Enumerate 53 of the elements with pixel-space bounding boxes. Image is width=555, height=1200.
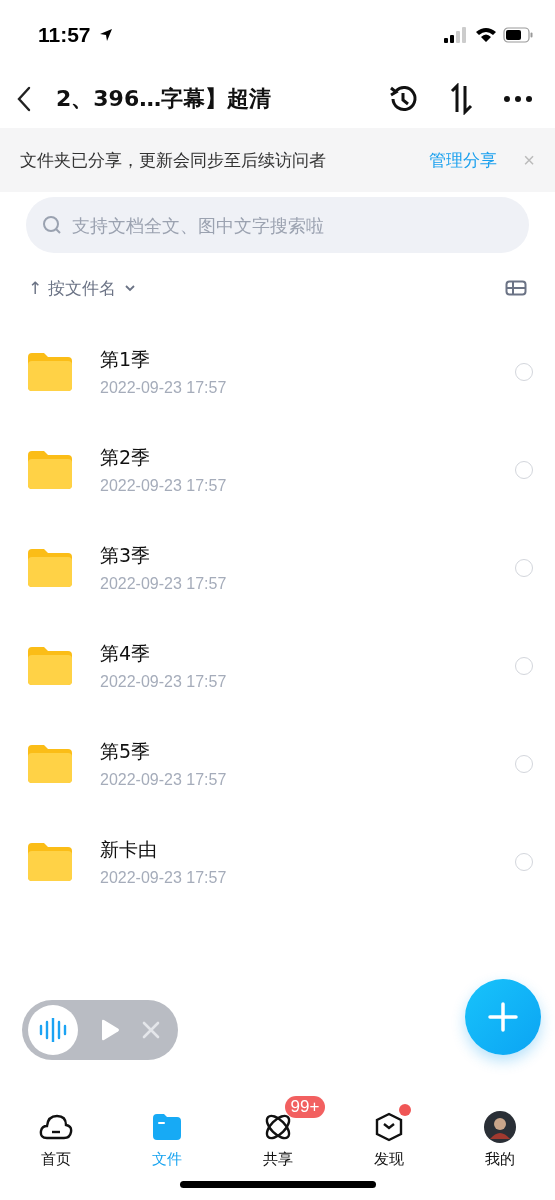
folder-icon (28, 451, 72, 489)
file-date: 2022-09-23 17:57 (100, 379, 228, 397)
search-icon (42, 215, 62, 235)
file-row[interactable]: 第2季 2022-09-23 17:57 (0, 421, 555, 519)
battery-icon (503, 27, 533, 43)
cube-icon (374, 1112, 403, 1142)
add-button[interactable] (465, 979, 541, 1055)
file-name: 第1季 (100, 347, 152, 372)
file-date: 2022-09-23 17:57 (100, 575, 228, 593)
view-toggle-icon[interactable] (505, 280, 527, 296)
file-name: 第5季 (100, 739, 152, 764)
tab[interactable]: 99+ 共享 (222, 1092, 333, 1184)
tab[interactable]: 我的 (444, 1092, 555, 1184)
signal-icon (443, 27, 469, 43)
avatar-icon (483, 1111, 516, 1143)
folder-icon (28, 549, 72, 587)
file-row[interactable]: 第4季 2022-09-23 17:57 (0, 617, 555, 715)
file-row[interactable]: 第3季 2022-09-23 17:57 (0, 519, 555, 617)
file-name: 第3季 (100, 543, 152, 568)
sound-wave-icon (38, 1018, 68, 1042)
folder-icon (152, 1114, 181, 1140)
share-notice: 文件夹已分享，更新会同步至后续访问者 (20, 148, 327, 172)
chevron-down-icon (123, 284, 136, 292)
voice-button[interactable] (28, 1005, 78, 1055)
more-icon[interactable] (503, 95, 533, 103)
plus-icon (488, 1002, 518, 1032)
folder-title: 2、396…字幕】超清 (56, 85, 272, 113)
folder-icon (28, 843, 72, 881)
tab[interactable]: 首页 (0, 1092, 111, 1184)
file-name: 新卡由 (100, 837, 158, 862)
cloud-icon (38, 1114, 73, 1140)
file-row[interactable]: 新卡由 2022-09-23 17:57 (0, 813, 555, 911)
sort-dropdown[interactable]: ↑ 按文件名 (28, 276, 136, 300)
location-arrow-icon (98, 28, 113, 42)
file-row[interactable]: 第5季 2022-09-23 17:57 (0, 715, 555, 813)
wifi-icon (475, 27, 497, 43)
back-icon[interactable] (16, 86, 32, 112)
file-name: 第2季 (100, 445, 152, 470)
status-time: 11:57 (38, 23, 91, 47)
file-name: 第4季 (100, 641, 152, 666)
file-date: 2022-09-23 17:57 (100, 869, 228, 887)
tab[interactable]: 发现 (333, 1092, 444, 1184)
folder-icon (28, 745, 72, 783)
file-date: 2022-09-23 17:57 (100, 477, 228, 495)
close-icon[interactable] (142, 1021, 160, 1039)
count-badge: 99+ (284, 1096, 326, 1118)
search-field[interactable]: 支持文档全文、图中文字搜索啦 (26, 197, 529, 253)
file-date: 2022-09-23 17:57 (100, 673, 228, 691)
file-row[interactable]: 第1季 2022-09-23 17:57 (0, 323, 555, 421)
folder-icon (28, 647, 72, 685)
folder-icon (28, 353, 72, 391)
play-icon[interactable] (100, 1019, 120, 1041)
file-date: 2022-09-23 17:57 (100, 771, 228, 789)
